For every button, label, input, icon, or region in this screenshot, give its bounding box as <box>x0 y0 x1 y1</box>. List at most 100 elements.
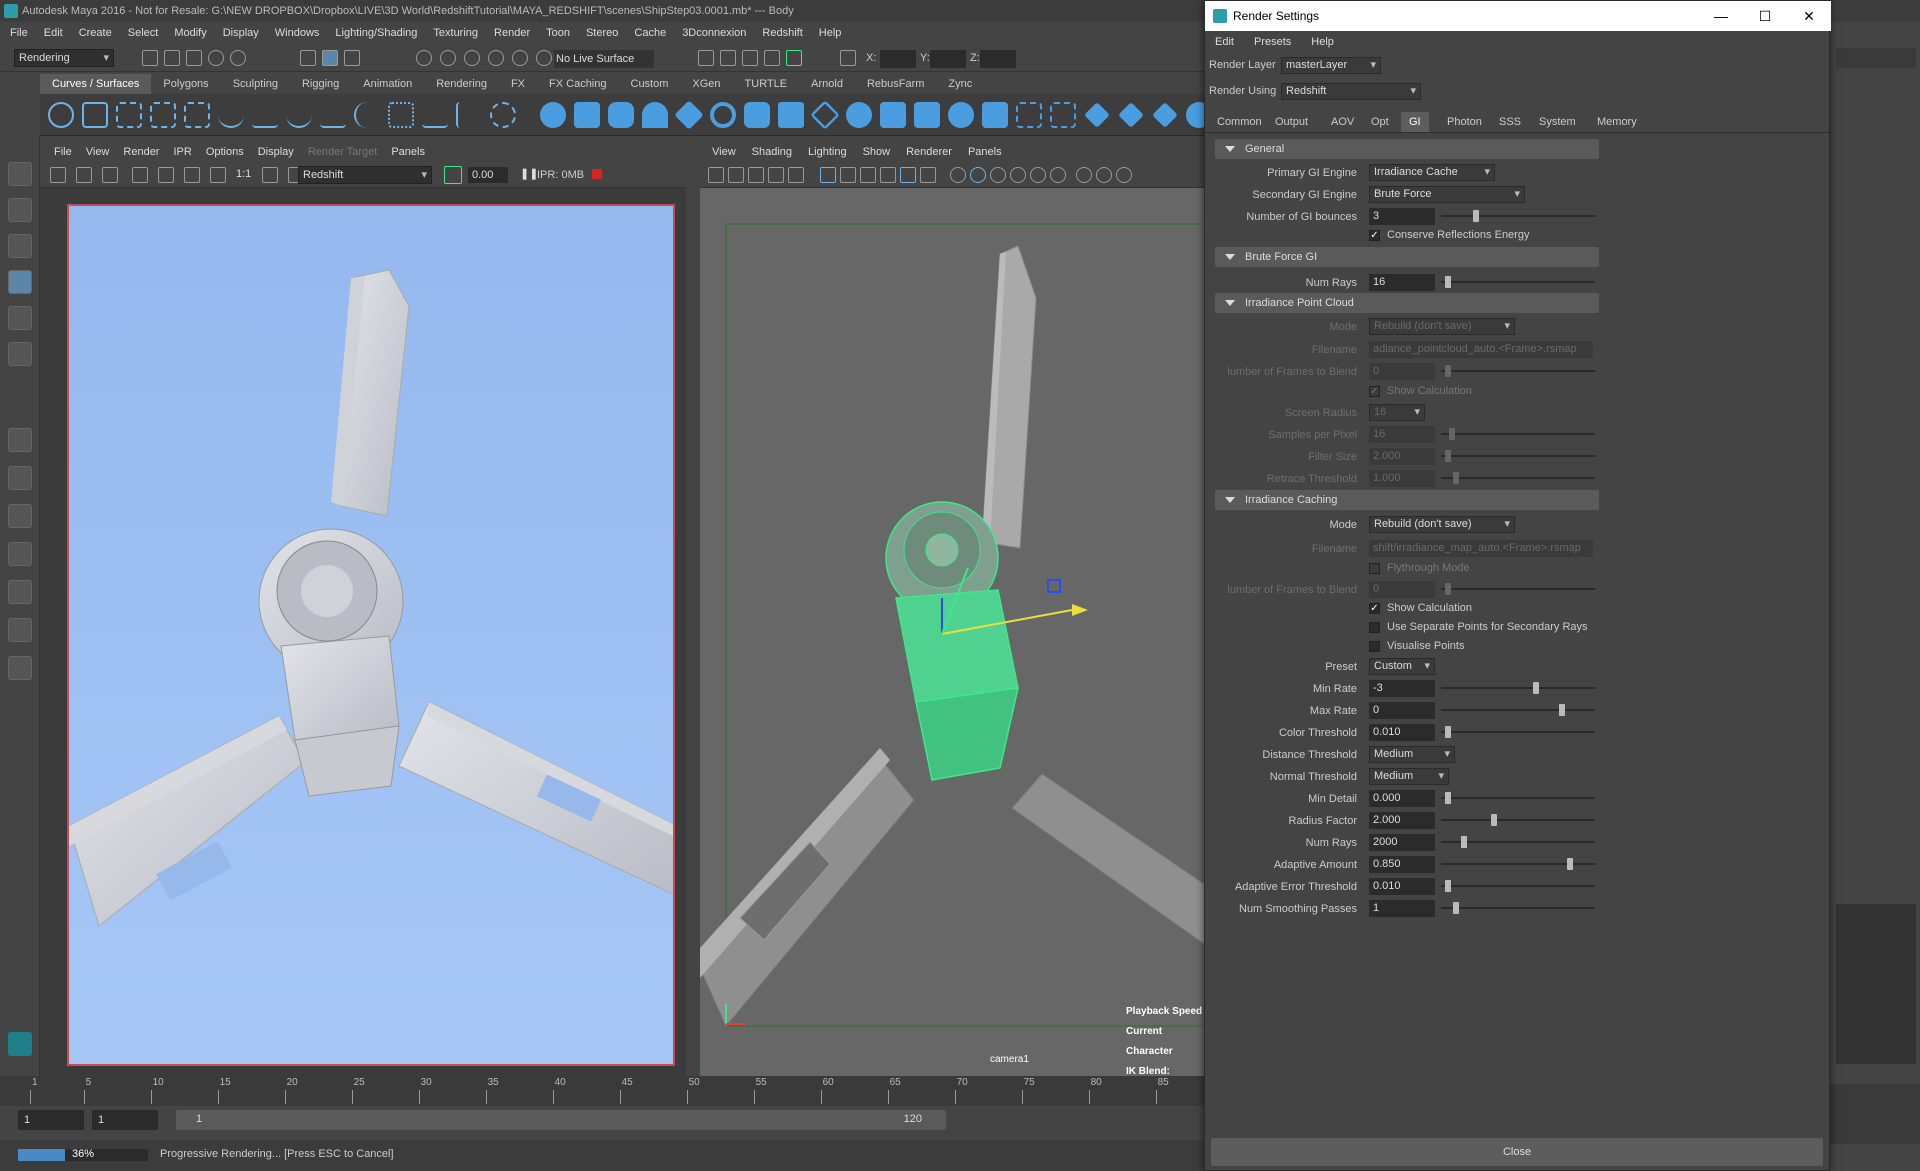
primary-gi-engine-dropdown[interactable]: Irradiance Cache <box>1369 164 1495 181</box>
tab-common[interactable]: Common <box>1209 112 1270 132</box>
menu-render[interactable]: Render <box>494 27 530 39</box>
menu-lighting-shading[interactable]: Lighting/Shading <box>335 27 417 39</box>
grid-icon[interactable] <box>820 167 836 183</box>
smoothing-passes-field[interactable]: 1 <box>1369 900 1435 917</box>
adaptive-error-knob[interactable] <box>1445 880 1451 892</box>
nurbs-torus-icon[interactable] <box>710 102 736 128</box>
gi-bounces-field[interactable]: 3 <box>1369 208 1435 225</box>
alpha-channel-icon[interactable] <box>210 167 226 183</box>
shelf-tab-custom[interactable]: Custom <box>619 74 681 94</box>
resolution-gate-icon[interactable] <box>860 167 876 183</box>
ic-mode-dropdown[interactable]: Rebuild (don't save) <box>1369 516 1515 533</box>
dialog-menu-edit[interactable]: Edit <box>1215 36 1234 48</box>
two-view-layout-icon[interactable] <box>8 504 32 528</box>
adaptive-amount-field[interactable]: 0.850 <box>1369 856 1435 873</box>
radius-factor-field[interactable]: 2.000 <box>1369 812 1435 829</box>
bookmark-icon[interactable] <box>748 167 764 183</box>
ic-num-rays-slider[interactable] <box>1441 836 1595 848</box>
nurbs-cube-icon[interactable] <box>574 102 600 128</box>
safe-action-icon[interactable] <box>920 167 936 183</box>
stop-render-icon[interactable] <box>592 169 602 179</box>
rv-menu-ipr[interactable]: IPR <box>173 146 191 158</box>
separate-points-checkbox[interactable] <box>1369 622 1380 633</box>
min-rate-field[interactable]: -3 <box>1369 680 1435 697</box>
birail-icon[interactable] <box>880 102 906 128</box>
shelf-tab-sculpting[interactable]: Sculpting <box>221 74 290 94</box>
transform-input-icon[interactable] <box>840 50 856 66</box>
minimize-button[interactable]: — <box>1699 1 1743 31</box>
section-irradiance-point-cloud[interactable]: Irradiance Point Cloud <box>1215 293 1599 313</box>
lasso-tool-icon[interactable] <box>8 198 32 222</box>
film-gate-icon[interactable] <box>840 167 856 183</box>
secondary-gi-engine-dropdown[interactable]: Brute Force <box>1369 186 1525 203</box>
square-surface-icon[interactable] <box>948 102 974 128</box>
scale-tool-icon[interactable] <box>8 342 32 366</box>
revolve-icon[interactable] <box>744 102 770 128</box>
live-surface-field[interactable]: No Live Surface <box>554 50 654 68</box>
min-detail-field[interactable]: 0.000 <box>1369 790 1435 807</box>
shelf-tab-polygons[interactable]: Polygons <box>151 74 220 94</box>
paint-select-icon[interactable] <box>8 234 32 258</box>
maximize-button[interactable]: ☐ <box>1743 1 1787 31</box>
camera-select-icon[interactable] <box>708 167 724 183</box>
curve-edit-icon[interactable] <box>286 102 312 128</box>
radius-factor-slider[interactable] <box>1441 814 1595 826</box>
tab-opt[interactable]: Opt <box>1363 112 1397 132</box>
hypershade-layout-icon[interactable] <box>8 618 32 642</box>
project-curve-icon[interactable] <box>490 102 516 128</box>
offset-curve-icon[interactable] <box>354 102 380 128</box>
nurbs-cone-icon[interactable] <box>642 102 668 128</box>
conserve-reflections-checkbox[interactable]: ✓ <box>1369 230 1380 241</box>
nurbs-sphere-icon[interactable] <box>540 102 566 128</box>
boundary-icon[interactable] <box>914 102 940 128</box>
distance-threshold-dropdown[interactable]: Medium <box>1369 746 1455 763</box>
tab-aov[interactable]: AOV <box>1323 112 1362 132</box>
ic-preset-dropdown[interactable]: Custom <box>1369 658 1435 675</box>
nurbs-cylinder-icon[interactable] <box>608 102 634 128</box>
cv-curve-icon[interactable] <box>116 102 142 128</box>
ipr-render-icon[interactable] <box>720 50 736 66</box>
redo-icon[interactable] <box>230 50 246 66</box>
arc-tool-icon[interactable] <box>252 102 278 128</box>
snap-curve-icon[interactable] <box>440 50 456 66</box>
pause-icon[interactable]: ❚❚ <box>520 167 538 180</box>
min-rate-slider[interactable] <box>1441 682 1595 694</box>
menu-modify[interactable]: Modify <box>174 27 206 39</box>
snap-grid-icon[interactable] <box>416 50 432 66</box>
visualise-points-checkbox[interactable] <box>1369 641 1380 652</box>
ep-curve-icon[interactable] <box>150 102 176 128</box>
nurbs-plane-icon[interactable] <box>674 100 704 130</box>
anim-start-field[interactable]: 1 <box>92 1110 158 1130</box>
renderer-dropdown[interactable]: Redshift <box>298 166 432 184</box>
rv-menu-panels[interactable]: Panels <box>391 146 425 158</box>
grease-pencil-icon[interactable] <box>788 167 804 183</box>
real-size-button[interactable]: 1:1 <box>236 168 251 180</box>
move-tool-icon[interactable] <box>8 270 32 294</box>
min-rate-knob[interactable] <box>1533 682 1539 694</box>
shelf-tab-rendering[interactable]: Rendering <box>424 74 499 94</box>
x-field[interactable] <box>880 50 916 68</box>
loft-icon[interactable] <box>778 102 804 128</box>
shadows-icon[interactable] <box>1050 167 1066 183</box>
brute-num-rays-knob[interactable] <box>1445 276 1451 288</box>
menu-help[interactable]: Help <box>819 27 842 39</box>
hypershade-icon[interactable] <box>764 50 780 66</box>
range-slider-bar[interactable]: 1 120 <box>176 1110 946 1130</box>
close-window-button[interactable]: ✕ <box>1787 1 1831 31</box>
maya-home-icon[interactable] <box>8 1032 32 1056</box>
select-object-icon[interactable] <box>322 50 338 66</box>
start-time-field[interactable]: 1 <box>18 1110 84 1130</box>
pencil-curve-icon[interactable] <box>218 102 244 128</box>
vp-menu-view[interactable]: View <box>712 146 736 158</box>
brute-num-rays-field[interactable]: 16 <box>1369 274 1435 291</box>
max-rate-field[interactable]: 0 <box>1369 702 1435 719</box>
render-region-icon[interactable] <box>76 167 92 183</box>
attach-curves-icon[interactable] <box>320 102 346 128</box>
graph-layout-icon[interactable] <box>8 580 32 604</box>
menu-select[interactable]: Select <box>128 27 159 39</box>
collapse-layout-icon[interactable] <box>8 656 32 680</box>
redshift-render-view-icon[interactable] <box>786 50 802 66</box>
min-detail-slider[interactable] <box>1441 792 1595 804</box>
rebuild-curve-icon[interactable] <box>388 102 414 128</box>
color-threshold-slider[interactable] <box>1441 726 1595 738</box>
